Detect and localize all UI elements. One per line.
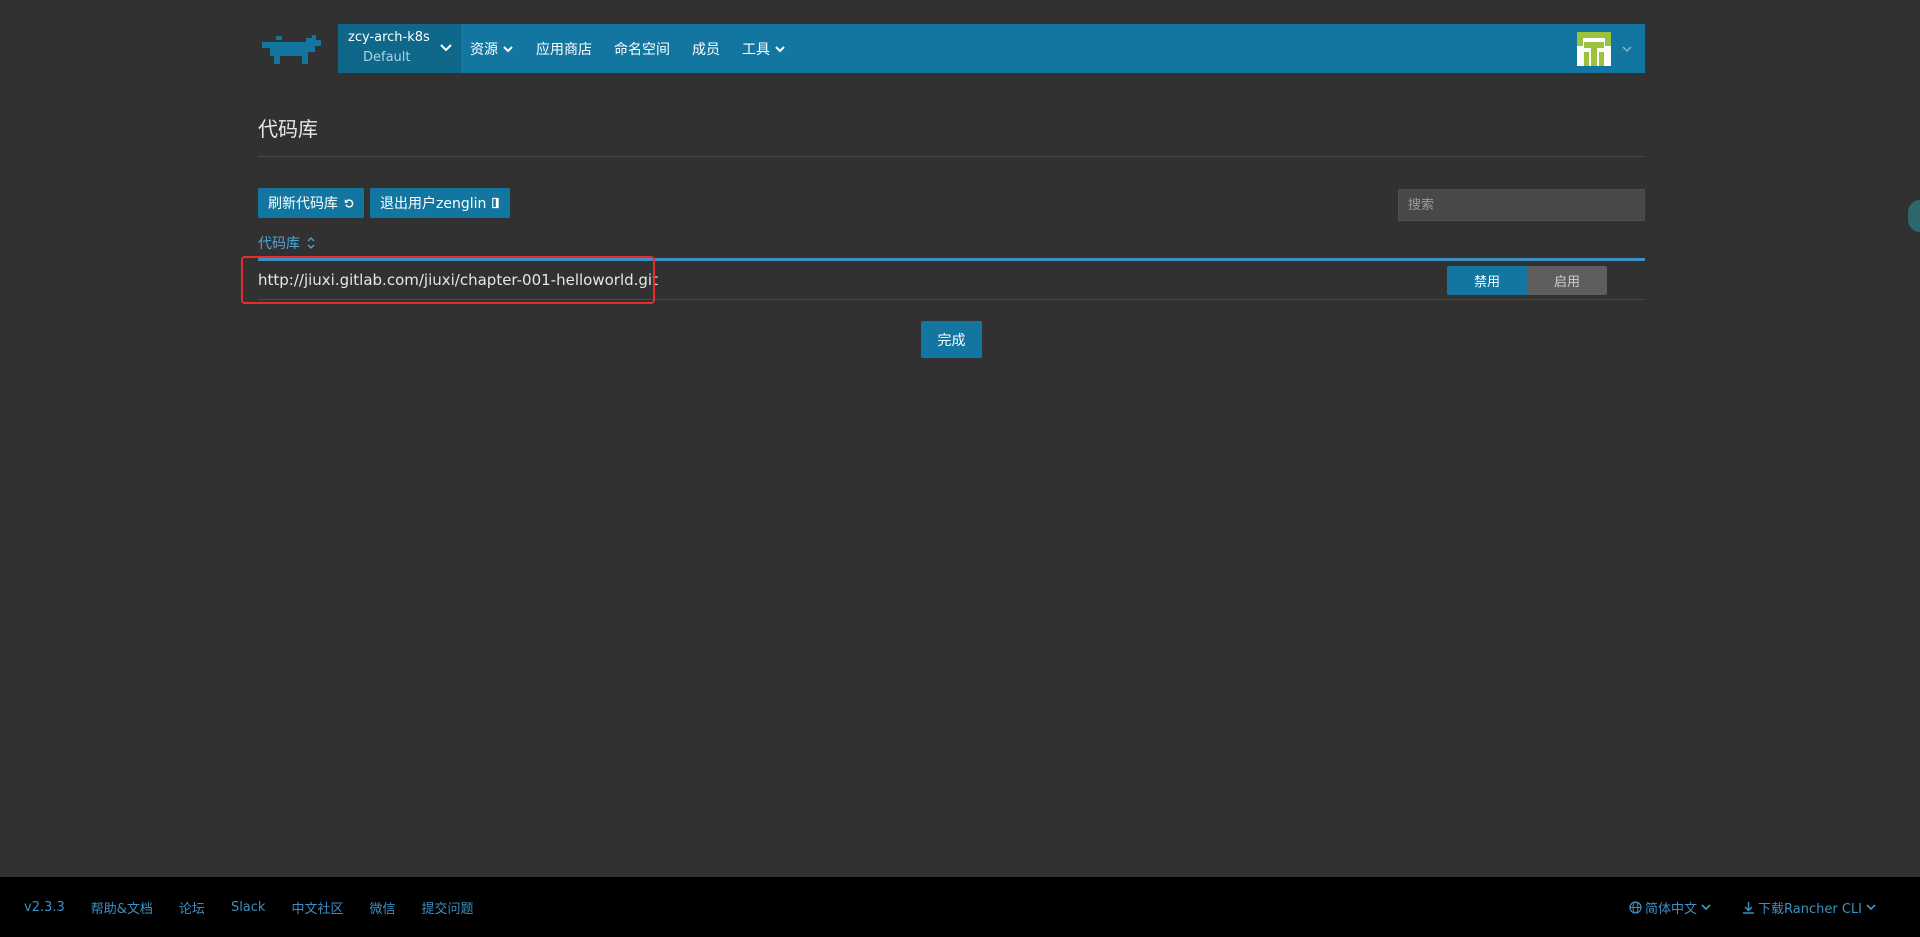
top-navigation-bar: zcy-arch-k8s Default 资源 应用商店 命名空间 成员 工具	[258, 24, 1645, 73]
main-nav: 资源 应用商店 命名空间 成员 工具	[470, 24, 808, 73]
refresh-repositories-label: 刷新代码库	[268, 196, 338, 212]
done-button[interactable]: 完成	[921, 321, 982, 358]
chevron-down-icon	[1866, 904, 1876, 911]
user-avatar[interactable]	[1577, 32, 1611, 66]
nav-resources-label: 资源	[470, 41, 498, 58]
project-name: Default	[363, 50, 411, 65]
nav-namespaces[interactable]: 命名空间	[614, 39, 670, 59]
download-icon	[1743, 901, 1755, 914]
sort-icon	[307, 237, 315, 249]
nav-app-store[interactable]: 应用商店	[536, 39, 592, 59]
logout-user-label: 退出用户zenglin	[380, 196, 487, 212]
chevron-down-icon	[775, 45, 785, 52]
repository-enable-toggle: 禁用 启用	[1447, 266, 1607, 295]
submit-issue-link[interactable]: 提交问题	[421, 898, 473, 917]
nav-members-label: 成员	[692, 41, 720, 58]
nav-resources[interactable]: 资源	[470, 39, 514, 59]
forum-link[interactable]: 论坛	[179, 898, 205, 917]
title-divider	[258, 156, 1645, 157]
cluster-name: zcy-arch-k8s	[348, 30, 430, 45]
search-input[interactable]	[1398, 189, 1645, 221]
help-docs-link[interactable]: 帮助&文档	[91, 898, 153, 917]
footer-links: v2.3.3 帮助&文档 论坛 Slack 中文社区 微信 提交问题	[24, 877, 500, 937]
nav-namespaces-label: 命名空间	[614, 41, 670, 58]
chevron-down-icon	[440, 44, 452, 52]
wechat-link[interactable]: 微信	[369, 898, 395, 917]
side-panel-handle[interactable]	[1908, 200, 1920, 232]
nav-members[interactable]: 成员	[692, 39, 720, 59]
refresh-repositories-button[interactable]: 刷新代码库	[258, 188, 364, 218]
rancher-cow-icon	[262, 35, 321, 64]
done-label: 完成	[937, 332, 966, 349]
language-label: 简体中文	[1645, 901, 1698, 917]
language-selector[interactable]: 简体中文	[1626, 898, 1715, 917]
page-title: 代码库	[258, 117, 318, 141]
nav-tools-label: 工具	[742, 41, 770, 58]
footer: v2.3.3 帮助&文档 论坛 Slack 中文社区 微信 提交问题 简体中文 …	[0, 877, 1920, 937]
nav-app-store-label: 应用商店	[536, 41, 592, 58]
footer-right: 简体中文 下载Rancher CLI	[1602, 877, 1880, 937]
enable-label: 启用	[1553, 275, 1580, 290]
refresh-icon	[344, 198, 354, 208]
chevron-down-icon[interactable]	[1621, 43, 1633, 55]
logout-user-button[interactable]: 退出用户zenglin	[370, 188, 510, 218]
column-header-label: 代码库	[258, 236, 300, 252]
cluster-project-switcher[interactable]: zcy-arch-k8s Default	[338, 24, 461, 73]
download-cli-label: 下载Rancher CLI	[1758, 901, 1862, 917]
chevron-down-icon	[1701, 904, 1711, 911]
disable-label: 禁用	[1473, 275, 1500, 290]
globe-icon	[1629, 900, 1642, 914]
nav-tools[interactable]: 工具	[742, 39, 786, 59]
slack-link[interactable]: Slack	[231, 900, 266, 915]
rancher-logo[interactable]	[258, 24, 338, 73]
logout-icon	[492, 197, 500, 209]
highlight-annotation-box	[241, 256, 655, 304]
chinese-community-link[interactable]: 中文社区	[291, 898, 343, 917]
column-header-repository[interactable]: 代码库	[258, 233, 316, 253]
chevron-down-icon	[503, 45, 513, 52]
version-link[interactable]: v2.3.3	[24, 900, 65, 915]
disable-button[interactable]: 禁用	[1447, 266, 1527, 295]
enable-button[interactable]: 启用	[1527, 266, 1607, 295]
download-cli-link[interactable]: 下载Rancher CLI	[1739, 898, 1880, 917]
